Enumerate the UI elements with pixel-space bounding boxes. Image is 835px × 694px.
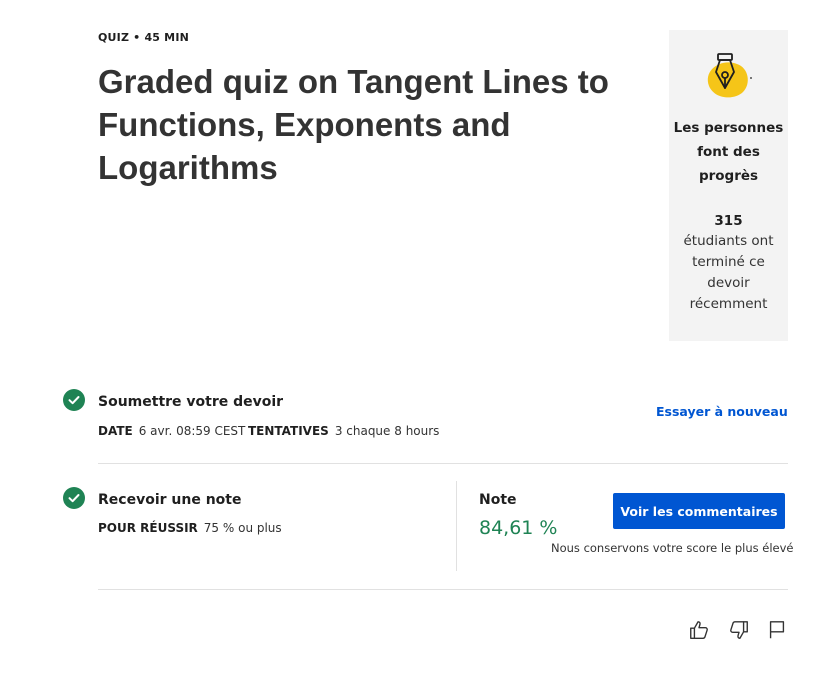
submit-date: DATE 6 avr. 08:59 CEST [98, 424, 245, 438]
flag-icon[interactable] [765, 618, 789, 642]
grade-label: Note [479, 492, 517, 508]
thumbs-up-icon[interactable] [687, 618, 711, 642]
section-divider [98, 589, 788, 590]
page-title: Graded quiz on Tangent Lines to Function… [98, 63, 609, 186]
progress-count: 315 [714, 213, 743, 229]
fountain-pen-nib-icon [699, 48, 759, 108]
item-meta: QUIZ • 45 MIN [98, 31, 190, 44]
section-divider [98, 463, 788, 464]
attempts-value: 3 chaque 8 hours [334, 424, 440, 438]
date-value: 6 avr. 08:59 CEST [138, 424, 246, 438]
progress-heading: Les personnes font des progrès [673, 120, 784, 184]
attempts-label: TENTATIVES [248, 424, 329, 438]
check-circle-icon [63, 487, 85, 509]
pass-label: POUR RÉUSSIR [98, 521, 198, 535]
pass-value: 75 % ou plus [203, 521, 282, 535]
grade-step-title: Recevoir une note [98, 492, 242, 508]
view-feedback-button[interactable]: Voir les commentaires [613, 493, 785, 529]
pass-requirement: POUR RÉUSSIR 75 % ou plus [98, 521, 282, 535]
grade-value: 84,61 % [479, 517, 558, 539]
progress-description: étudiants ont terminé ce devoir récemmen… [683, 233, 774, 312]
progress-card: Les personnes font des progrès 315 étudi… [669, 30, 788, 341]
submit-step-title: Soumettre votre devoir [98, 394, 284, 410]
date-label: DATE [98, 424, 133, 438]
thumbs-down-icon[interactable] [727, 618, 751, 642]
keep-highest-note: Nous conservons votre score le plus élev… [551, 541, 794, 555]
submit-attempts: TENTATIVES 3 chaque 8 hours [248, 424, 439, 438]
check-circle-icon [63, 389, 85, 411]
column-divider [456, 481, 457, 571]
retry-link[interactable]: Essayer à nouveau [656, 404, 788, 419]
